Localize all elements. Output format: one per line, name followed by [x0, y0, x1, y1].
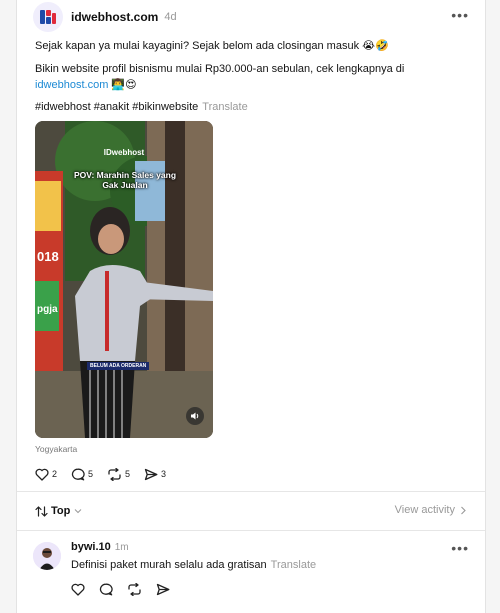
like-button[interactable]: 2	[35, 468, 57, 481]
sign-text-pgja: pgja	[37, 304, 58, 315]
reply-text: Definisi paket murah selalu ada gratisan	[71, 559, 267, 571]
repost-icon	[108, 467, 121, 481]
repost-count: 5	[125, 469, 131, 479]
video-frame	[35, 121, 213, 438]
reply-text-row: Definisi paket murah selalu ada gratisan…	[71, 559, 316, 571]
reply-avatar[interactable]	[33, 542, 61, 570]
more-options-button[interactable]: •••	[451, 8, 469, 22]
sort-icon	[35, 505, 48, 517]
view-activity-link[interactable]: View activity	[395, 504, 467, 516]
post-video[interactable]: 018 pgja IDwebhost POV: Marahin Sales ya…	[35, 121, 213, 438]
reply-item: bywi.10 1m ••• Definisi paket murah selal…	[33, 538, 469, 608]
heart-icon	[35, 468, 49, 481]
sign-text-018: 018	[37, 249, 59, 264]
reply-translate-link[interactable]: Translate	[271, 559, 316, 571]
sort-dropdown[interactable]: Top	[35, 505, 82, 517]
idwebhost-logo-icon	[40, 10, 56, 24]
view-activity-label: View activity	[394, 504, 455, 516]
website-link[interactable]: idwebhost.com	[35, 79, 108, 91]
post-text-line-2: Bikin website profil bisnismu mulai Rp30…	[35, 61, 469, 93]
video-subtitle: BELUM ADA ORDERAN	[87, 362, 150, 370]
thread-card: idwebhost.com 4d ••• Sejak kapan ya mula…	[16, 0, 486, 613]
send-icon	[144, 468, 158, 480]
sort-label: Top	[51, 505, 71, 517]
send-icon	[156, 583, 170, 596]
chevron-right-icon	[461, 506, 466, 514]
post-time[interactable]: 4d	[164, 11, 176, 23]
share-count: 3	[161, 469, 167, 479]
chevron-down-icon	[74, 509, 82, 514]
sort-row: Top View activity	[35, 502, 467, 520]
reply-actions	[71, 583, 184, 596]
post-emoji: 👨‍💻😍	[108, 79, 137, 91]
post-text-body: Bikin website profil bisnismu mulai Rp30…	[35, 63, 405, 75]
post-header: idwebhost.com 4d •••	[33, 2, 469, 32]
reply-share-button[interactable]	[156, 583, 170, 596]
post-author[interactable]: idwebhost.com	[71, 10, 158, 24]
reply-author[interactable]: bywi.10	[71, 541, 111, 553]
hashtags[interactable]: #idwebhost #anakit #bikinwebsite	[35, 101, 198, 113]
comment-icon	[99, 583, 113, 596]
reply-repost-button[interactable]	[127, 583, 142, 596]
reply-comment-button[interactable]	[99, 583, 113, 596]
reply-time[interactable]: 1m	[115, 542, 129, 553]
divider	[17, 491, 485, 492]
post-text-line-1: Sejak kapan ya mulai kayagini? Sejak bel…	[35, 40, 389, 52]
heart-icon	[71, 583, 85, 596]
video-caption: POV: Marahin Sales yang Gak Jualan	[73, 170, 177, 190]
reply-more-options-button[interactable]: •••	[451, 541, 469, 555]
comment-button[interactable]: 5	[71, 468, 93, 481]
speaker-icon	[191, 412, 199, 420]
hashtags-row: #idwebhost #anakit #bikinwebsite Translat…	[35, 99, 469, 115]
post-actions: 2 5 5 3	[35, 466, 180, 482]
mute-toggle-button[interactable]	[186, 407, 204, 425]
reply-like-button[interactable]	[71, 583, 85, 596]
comment-count: 5	[88, 469, 94, 479]
reply-author-row: bywi.10 1m	[71, 541, 129, 553]
share-button[interactable]: 3	[144, 468, 166, 481]
translate-link[interactable]: Translate	[202, 101, 247, 113]
like-count: 2	[52, 469, 58, 479]
video-brand: IDwebhost	[103, 148, 145, 157]
user-avatar-icon	[33, 542, 61, 570]
comment-icon	[71, 468, 85, 480]
divider	[17, 530, 485, 531]
repost-icon	[128, 583, 141, 596]
avatar[interactable]	[33, 2, 63, 32]
location-tag[interactable]: Yogyakarta	[35, 444, 77, 454]
repost-button[interactable]: 5	[107, 467, 131, 481]
